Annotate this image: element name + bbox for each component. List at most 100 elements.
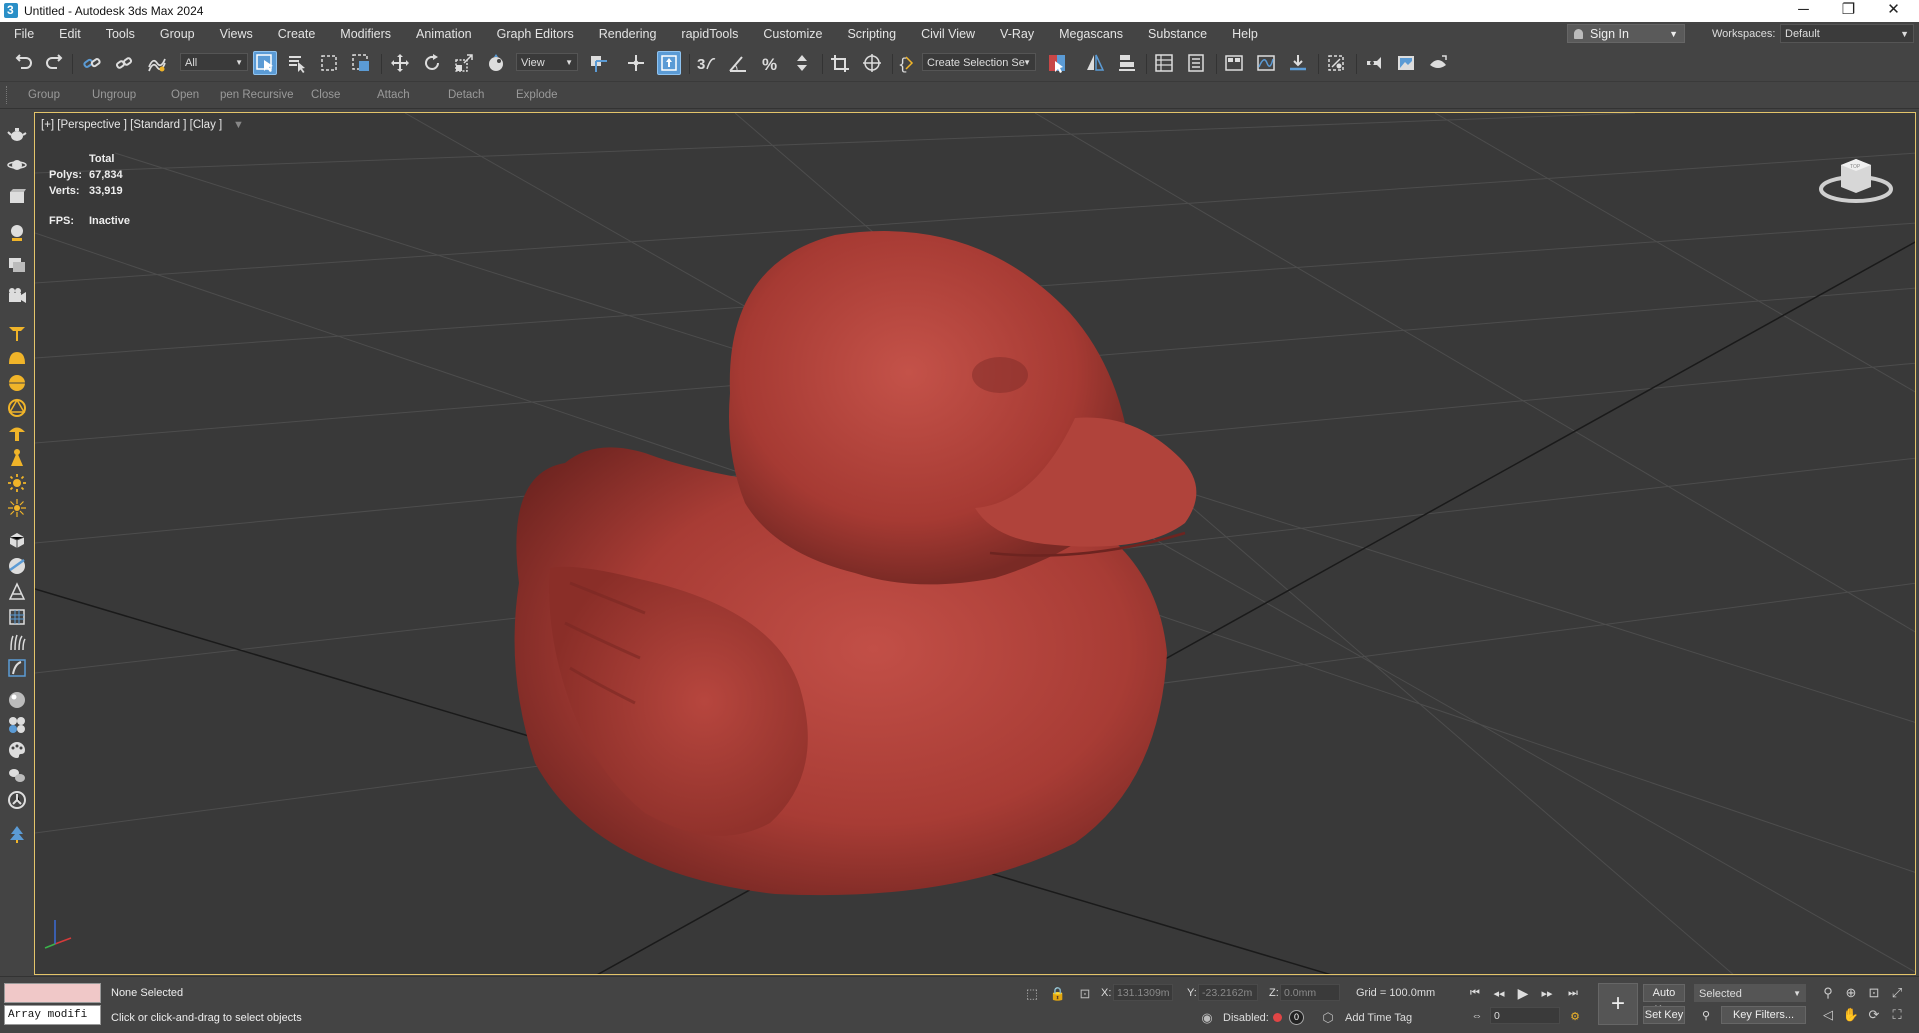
auto-key-button[interactable]: Auto Key (1643, 984, 1685, 1016)
geosphere-object-icon[interactable] (4, 395, 29, 420)
redo-icon[interactable] (42, 51, 66, 75)
select-by-name-icon[interactable] (285, 51, 309, 75)
detach-button[interactable]: Detach (448, 89, 484, 101)
unlink-icon[interactable] (112, 51, 136, 75)
menu-modifiers[interactable]: Modifiers (324, 27, 400, 41)
perspective-viewport[interactable]: [+] [Perspective ] [Standard ] [Clay ] ▼… (34, 112, 1916, 975)
tree-object-icon[interactable] (4, 821, 29, 846)
select-and-manipulate-icon[interactable] (624, 51, 648, 75)
absolute-mode-transform-icon[interactable]: ⊡ (1077, 986, 1093, 1002)
select-object-icon[interactable] (253, 51, 277, 75)
go-to-end-icon[interactable]: ⏭ (1564, 985, 1582, 1001)
menu-vray[interactable]: V-Ray (984, 27, 1043, 41)
render-setup-icon[interactable] (1362, 51, 1386, 75)
add-time-tag[interactable]: Add Time Tag (1345, 1012, 1412, 1024)
rubber-duck-model[interactable] (514, 231, 1197, 896)
orbit-icon[interactable] (4, 152, 29, 177)
field-of-view-icon[interactable]: ◁ (1819, 1006, 1837, 1024)
hair-brush-icon[interactable] (4, 629, 29, 654)
utility-hammer-icon[interactable] (4, 787, 29, 812)
ribbon-grip[interactable] (6, 86, 10, 104)
close-button[interactable]: ✕ (1871, 0, 1916, 22)
maxscript-listener-output[interactable] (4, 983, 101, 1003)
modifier-box-icon[interactable] (4, 527, 29, 552)
select-by-material-icon[interactable] (1045, 51, 1069, 75)
selection-filter-dropdown[interactable]: All ▼ (180, 53, 248, 71)
plane-object-icon[interactable] (4, 320, 29, 345)
explode-button[interactable]: Explode (516, 89, 558, 101)
spray-object-icon[interactable] (4, 445, 29, 470)
time-tag-icon[interactable]: ⬡ (1320, 1010, 1336, 1026)
key-filters-button[interactable]: Key Filters... (1721, 1006, 1806, 1024)
scale-icon[interactable] (452, 51, 476, 75)
isolate-selection-icon[interactable]: ⬚ (1024, 986, 1040, 1002)
named-selection-sets-dropdown[interactable]: Create Selection Se ▼ (922, 53, 1036, 71)
undo-icon[interactable] (12, 51, 36, 75)
teapot-icon[interactable] (4, 121, 29, 146)
schematic-view-icon[interactable] (1286, 51, 1310, 75)
set-key-button[interactable]: Set Key (1643, 1006, 1685, 1024)
open-recursive-button[interactable]: pen Recursive (220, 89, 294, 101)
reference-coordinate-dropdown[interactable]: View ▼ (516, 53, 578, 71)
rectangular-selection-icon[interactable] (317, 51, 341, 75)
maximize-button[interactable]: ❐ (1826, 0, 1871, 22)
spinner-snap-icon[interactable] (790, 51, 814, 75)
sphere-gizmo-icon[interactable] (4, 553, 29, 578)
previous-frame-icon[interactable]: ◂◂ (1490, 985, 1508, 1001)
workspaces-dropdown[interactable]: Default ▼ (1780, 24, 1914, 43)
sky-light-icon[interactable] (4, 495, 29, 520)
key-mode-dropdown[interactable]: Selected ▼ (1694, 984, 1806, 1002)
edit-named-selection-icon[interactable] (828, 51, 852, 75)
time-config-gear-icon[interactable]: ⚙ (1566, 1008, 1584, 1024)
snaps-toggle-icon[interactable]: 3 (694, 51, 718, 75)
mirror-icon[interactable] (860, 51, 884, 75)
box-icon[interactable] (4, 183, 29, 208)
menu-create[interactable]: Create (262, 27, 325, 41)
menu-tools[interactable]: Tools (90, 27, 144, 41)
zoom-extents-all-icon[interactable]: ⤢ (1888, 984, 1906, 1002)
open-button[interactable]: Open (171, 89, 199, 101)
play-icon[interactable]: ▶ (1514, 985, 1532, 1001)
time-configuration-icon[interactable]: ⇔ (1468, 1008, 1486, 1024)
menu-views[interactable]: Views (204, 27, 262, 41)
curly-brace-icon[interactable]: { (893, 51, 917, 75)
camera-icon[interactable] (4, 283, 29, 308)
percent-snap-icon[interactable]: % (758, 51, 782, 75)
rendered-frame-window-icon[interactable] (1394, 51, 1418, 75)
menu-help[interactable]: Help (1216, 27, 1267, 41)
render-key-icon[interactable] (4, 762, 29, 787)
lock-selection-icon[interactable]: 🔒 (1050, 986, 1066, 1002)
toggle-ribbon-icon[interactable] (1222, 51, 1246, 75)
menu-rapidtools[interactable]: rapidTools (665, 27, 747, 41)
zoom-icon[interactable]: ⚲ (1819, 984, 1837, 1002)
current-frame-field[interactable]: 0 (1490, 1007, 1560, 1024)
viewport-label-menu[interactable]: [+] [Perspective ] [Standard ] [Clay ] (41, 119, 222, 131)
viewcube[interactable]: TOP (1817, 149, 1895, 207)
menu-customize[interactable]: Customize (747, 27, 831, 41)
paint-tool-icon[interactable] (4, 655, 29, 680)
mushroom-object-icon[interactable] (4, 420, 29, 445)
orbit-view-icon[interactable]: ⟳ (1865, 1006, 1883, 1024)
attach-button[interactable]: Attach (377, 89, 410, 101)
menu-rendering[interactable]: Rendering (583, 27, 666, 41)
menu-file[interactable]: File (5, 27, 43, 41)
minimize-button[interactable]: ─ (1781, 0, 1826, 22)
move-icon[interactable] (388, 51, 412, 75)
link-icon[interactable] (80, 51, 104, 75)
record-dot-icon[interactable] (1273, 1013, 1282, 1022)
menu-edit[interactable]: Edit (43, 27, 90, 41)
scene-states-icon[interactable] (4, 251, 29, 276)
zoom-extents-icon[interactable]: ⊡ (1865, 984, 1883, 1002)
dome-object-icon[interactable] (4, 345, 29, 370)
render-production-icon[interactable] (1426, 51, 1450, 75)
align-icon[interactable] (1115, 51, 1139, 75)
placement-icon[interactable] (484, 51, 508, 75)
group-button[interactable]: Group (28, 89, 60, 101)
particle-icon[interactable] (4, 712, 29, 737)
set-keys-icon[interactable]: + (1598, 983, 1638, 1025)
menu-substance[interactable]: Substance (1132, 27, 1216, 41)
menu-animation[interactable]: Animation (400, 27, 481, 41)
render-shot-icon[interactable] (4, 220, 29, 245)
pan-view-icon[interactable]: ✋ (1842, 1006, 1860, 1024)
palette-icon[interactable] (4, 737, 29, 762)
